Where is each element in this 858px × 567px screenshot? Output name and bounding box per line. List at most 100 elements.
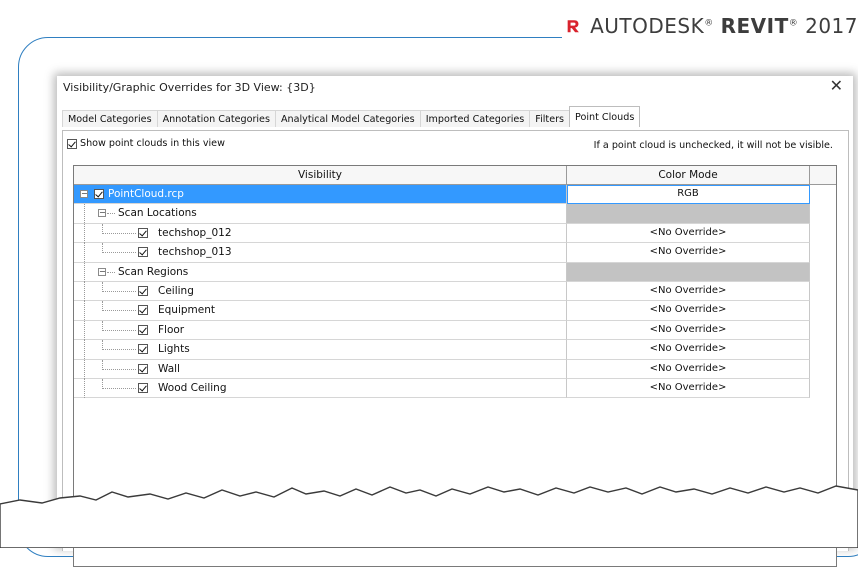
row-label: Wood Ceiling	[158, 381, 227, 394]
row-label: PointCloud.rcp	[108, 188, 184, 200]
tree-row[interactable]: − PointCloud.rcp RGB	[74, 185, 836, 205]
visibility-checkbox[interactable]	[138, 382, 148, 393]
tree-row[interactable]: Lights <No Override>	[74, 340, 836, 360]
column-header-visibility[interactable]: Visibility	[74, 166, 567, 184]
visibility-checkbox[interactable]	[138, 285, 148, 296]
color-mode-cell[interactable]: <No Override>	[567, 301, 810, 321]
color-mode-cell[interactable]: <No Override>	[567, 320, 810, 341]
color-mode-cell[interactable]: <No Override>	[567, 340, 810, 360]
visibility-graphics-dialog: Visibility/Graphic Overrides for 3D View…	[57, 76, 853, 567]
brand-header: AUTODESK® REVIT® 2017	[562, 0, 858, 52]
visibility-cell[interactable]: − Scan Regions	[74, 262, 567, 282]
row-label: techshop_013	[158, 246, 232, 259]
visibility-checkbox[interactable]	[138, 227, 148, 238]
tree-row[interactable]: techshop_012 <No Override>	[74, 223, 836, 244]
collapse-icon[interactable]: −	[80, 190, 88, 198]
visibility-cell[interactable]: Wall	[74, 359, 567, 379]
collapse-icon[interactable]: −	[98, 267, 106, 276]
tree-group-row[interactable]: − Scan Locations	[74, 204, 836, 224]
brand-version: 2017	[805, 14, 858, 38]
tree-row[interactable]: techshop_013 <No Override>	[74, 243, 836, 263]
group-label: Scan Locations	[118, 207, 197, 220]
row-label: Equipment	[158, 304, 215, 317]
visibility-cell[interactable]: Lights	[74, 340, 567, 360]
color-mode-cell[interactable]: <No Override>	[567, 359, 810, 379]
tree-connector	[102, 387, 136, 389]
brand-product: REVIT	[720, 14, 789, 38]
visibility-cell[interactable]: techshop_012	[74, 223, 567, 244]
show-point-clouds-checkbox[interactable]	[67, 138, 77, 149]
hint-text: If a point cloud is unchecked, it will n…	[593, 140, 833, 151]
tab-strip: Model Categories Annotation Categories Ana…	[62, 106, 641, 130]
tree-connector	[102, 290, 136, 292]
tree-connector	[84, 378, 85, 398]
color-mode-cell[interactable]: <No Override>	[567, 223, 810, 244]
visibility-checkbox[interactable]	[138, 363, 148, 374]
visibility-cell[interactable]: Wood Ceiling	[74, 378, 567, 399]
tab-annotation-categories[interactable]: Annotation Categories	[156, 110, 276, 127]
visibility-cell[interactable]: Ceiling	[74, 281, 567, 302]
visibility-cell[interactable]: − Scan Locations	[74, 204, 567, 224]
tree-connector	[102, 349, 136, 351]
tree-connector	[107, 213, 115, 215]
tree-connector	[84, 281, 85, 301]
tree-connector	[84, 320, 85, 340]
show-point-clouds-label: Show point clouds in this view	[80, 138, 225, 149]
torn-edge-decoration	[0, 485, 858, 548]
collapse-icon[interactable]: −	[98, 209, 106, 218]
tree-connector	[107, 271, 115, 273]
row-label: Ceiling	[158, 284, 194, 297]
tree-connector	[102, 232, 136, 234]
tree-connector	[102, 310, 136, 312]
tree-connector	[102, 368, 136, 370]
color-mode-cell[interactable]: <No Override>	[567, 243, 810, 263]
revit-logo-icon	[566, 18, 581, 34]
visibility-cell[interactable]: Floor	[74, 320, 567, 341]
column-header-color-mode[interactable]: Color Mode	[567, 166, 810, 184]
tree-group-row[interactable]: − Scan Regions	[74, 262, 836, 282]
row-label: Lights	[158, 343, 190, 356]
tree-row[interactable]: Floor <No Override>	[74, 320, 836, 341]
visibility-cell[interactable]: − PointCloud.rcp	[74, 185, 567, 205]
visibility-checkbox[interactable]	[94, 189, 104, 199]
brand-wordmark: AUTODESK® REVIT® 2017	[590, 14, 858, 38]
visibility-checkbox[interactable]	[138, 324, 148, 335]
tree-connector	[84, 359, 85, 379]
visibility-checkbox[interactable]	[138, 247, 148, 258]
tree-connector	[84, 262, 85, 282]
visibility-checkbox[interactable]	[138, 305, 148, 316]
grid-header: Visibility Color Mode	[74, 166, 836, 185]
visibility-cell[interactable]: Equipment	[74, 301, 567, 321]
tab-model-categories[interactable]: Model Categories	[62, 110, 158, 127]
tab-analytical-model-categories[interactable]: Analytical Model Categories	[274, 110, 421, 127]
show-point-clouds-toggle[interactable]: Show point clouds in this view	[67, 138, 225, 149]
dialog-title: Visibility/Graphic Overrides for 3D View…	[63, 81, 316, 94]
row-label: Wall	[158, 362, 180, 375]
tree-connector	[84, 223, 85, 243]
tab-filters[interactable]: Filters	[529, 110, 571, 127]
visibility-checkbox[interactable]	[138, 344, 148, 355]
tree-connector	[102, 252, 136, 254]
tree-row[interactable]: Wall <No Override>	[74, 359, 836, 379]
row-label: Floor	[158, 323, 185, 336]
color-mode-cell[interactable]: <No Override>	[567, 378, 810, 399]
color-mode-cell[interactable]: RGB	[567, 185, 810, 205]
brand-prefix: AUTODESK	[590, 14, 705, 38]
tree-connector	[84, 340, 85, 360]
tree-connector	[102, 329, 136, 331]
tree-row[interactable]: Wood Ceiling <No Override>	[74, 378, 836, 399]
grid-body: − PointCloud.rcp RGB − Scan Locations techsho…	[74, 185, 836, 399]
group-label: Scan Regions	[118, 265, 189, 278]
row-label: techshop_012	[158, 226, 232, 239]
tab-point-clouds[interactable]: Point Clouds	[569, 106, 641, 127]
close-icon[interactable]: ✕	[830, 76, 843, 95]
tree-row[interactable]: Equipment <No Override>	[74, 301, 836, 321]
color-mode-cell	[567, 262, 810, 282]
tree-row[interactable]: Ceiling <No Override>	[74, 281, 836, 302]
color-mode-cell[interactable]: <No Override>	[567, 281, 810, 302]
visibility-cell[interactable]: techshop_013	[74, 243, 567, 263]
tree-connector	[84, 301, 85, 321]
tree-connector	[84, 204, 85, 224]
tab-imported-categories[interactable]: Imported Categories	[419, 110, 531, 127]
tree-connector	[84, 243, 85, 263]
